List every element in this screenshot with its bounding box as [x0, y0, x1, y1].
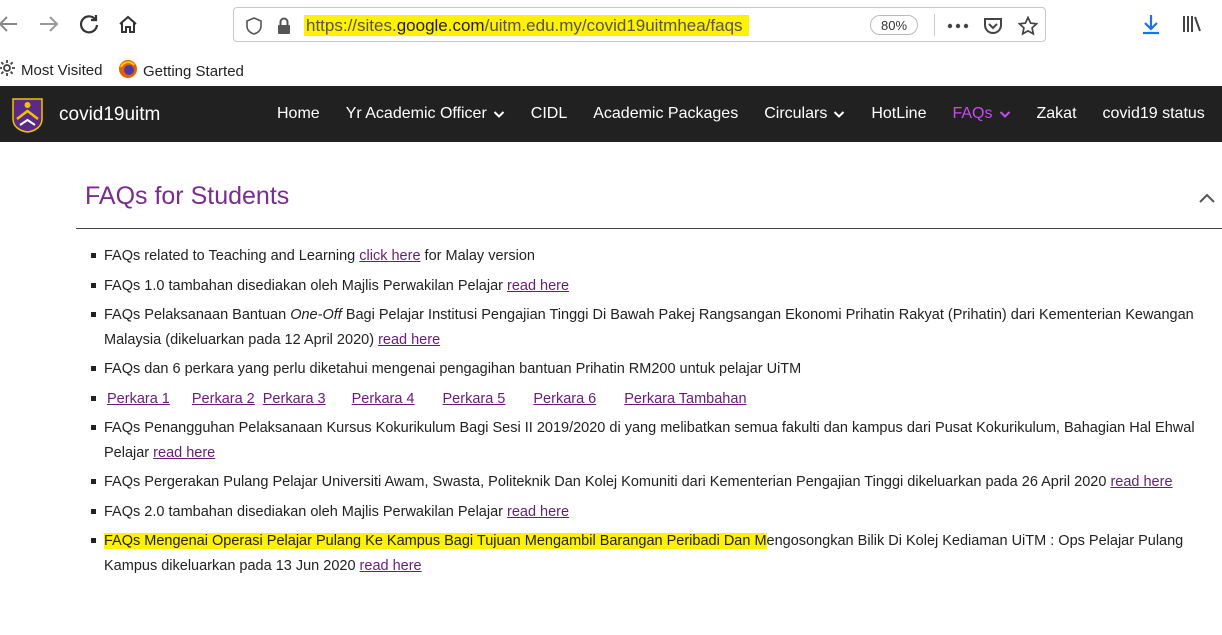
nav-circulars[interactable]: Circulars: [764, 105, 845, 123]
shield-icon[interactable]: [242, 14, 266, 38]
site-title[interactable]: covid19uitm: [59, 104, 160, 126]
faq-link[interactable]: read here: [507, 278, 569, 294]
url-prefix: https://sites.: [306, 16, 397, 35]
faq-text: FAQs Pelaksanaan Bantuan: [104, 307, 291, 323]
url-highlight: https://sites.google.com/uitm.edu.my/cov…: [304, 15, 749, 36]
list-item-perkara: Perkara 1 Perkara 2 Perkara 3 Perkara 4 Perk…: [90, 387, 1200, 412]
faq-text: FAQs related to Teaching and Learning: [104, 248, 360, 264]
nav-hotline[interactable]: HotLine: [871, 105, 926, 123]
url-domain: google.com: [396, 16, 485, 35]
zoom-level-badge[interactable]: 80%: [870, 15, 918, 35]
perkara-link[interactable]: Perkara 3: [263, 391, 326, 407]
forward-arrow-icon[interactable]: [35, 10, 63, 38]
bookmark-star-icon[interactable]: [1016, 14, 1040, 38]
nav-academic-packages[interactable]: Academic Packages: [593, 105, 738, 123]
gear-icon: [0, 59, 16, 81]
perkara-link[interactable]: Perkara Tambahan: [624, 391, 746, 407]
chevron-up-icon[interactable]: [1196, 188, 1218, 210]
faq-text: FAQs 1.0 tambahan disediakan oleh Majlis…: [104, 277, 507, 294]
uitm-logo-icon[interactable]: [11, 97, 44, 133]
faq-list: FAQs related to Teaching and Learning cl…: [90, 244, 1200, 583]
faq-text: FAQs dan 6 perkara yang perlu diketahui …: [104, 361, 802, 377]
site-header: covid19uitm Home Yr Academic Officer CID…: [0, 86, 1222, 142]
faq-text: for Malay version: [420, 248, 535, 264]
faq-text: FAQs Penangguhan Pelaksanaan Kursus Koku…: [104, 420, 1195, 461]
faq-text-highlighted: FAQs Mengenai Operasi Pelajar Pulang Ke …: [104, 533, 767, 549]
list-item: FAQs Penangguhan Pelaksanaan Kursus Koku…: [90, 416, 1200, 465]
list-item: FAQs Pelaksanaan Bantuan One-Off Bagi Pe…: [90, 303, 1200, 352]
chevron-down-icon: [493, 111, 504, 118]
nav-covid19-status[interactable]: covid19 status: [1103, 105, 1205, 123]
faq-text-italic: One-Off: [290, 307, 342, 323]
nav-label: Circulars: [764, 105, 828, 122]
perkara-link[interactable]: Perkara 5: [443, 391, 506, 407]
nav-label: HotLine: [871, 105, 927, 122]
lock-icon[interactable]: [272, 14, 296, 38]
site-nav: Home Yr Academic Officer CIDL Academic P…: [277, 86, 1222, 142]
url-text[interactable]: https://sites.google.com/uitm.edu.my/cov…: [304, 15, 749, 36]
faq-text: FAQs 2.0 tambahan disediakan oleh Majlis…: [104, 503, 507, 520]
nav-label: Home: [277, 105, 320, 122]
nav-faqs[interactable]: FAQs: [952, 105, 1010, 123]
bookmark-label: Getting Started: [143, 62, 244, 80]
url-path: /uitm.edu.my/covid19uitmhea/faqs: [484, 16, 743, 35]
download-icon[interactable]: [1137, 10, 1165, 38]
library-icon[interactable]: [1177, 10, 1205, 38]
perkara-link[interactable]: Perkara 2: [192, 391, 255, 407]
section-title: FAQs for Students: [85, 182, 290, 210]
bookmark-most-visited[interactable]: Most Visited: [0, 59, 102, 81]
bookmark-label: Most Visited: [21, 61, 103, 79]
nav-label: covid19 status: [1102, 105, 1205, 122]
list-item-highlighted: FAQs Mengenai Operasi Pelajar Pulang Ke …: [90, 529, 1200, 578]
nav-label: Academic Packages: [593, 105, 739, 122]
nav-label: FAQs: [952, 105, 993, 122]
nav-label: Yr Academic Officer: [345, 105, 487, 122]
chevron-down-icon: [999, 111, 1010, 118]
section-divider: [76, 228, 1222, 229]
back-arrow-icon[interactable]: [0, 10, 22, 38]
faq-link[interactable]: read here: [1110, 474, 1172, 490]
list-item: FAQs Pergerakan Pulang Pelajar Universit…: [90, 470, 1200, 495]
list-item: FAQs 1.0 tambahan disediakan oleh Majlis…: [90, 274, 1200, 299]
faq-text: FAQs Pergerakan Pulang Pelajar Universit…: [104, 474, 1111, 490]
nav-home[interactable]: Home: [277, 105, 320, 123]
reload-icon[interactable]: [75, 10, 103, 38]
list-item: FAQs 2.0 tambahan disediakan oleh Majlis…: [90, 500, 1200, 525]
faq-link[interactable]: read here: [153, 445, 215, 461]
divider: [934, 14, 935, 36]
nav-label: Zakat: [1036, 105, 1077, 122]
pocket-icon[interactable]: [981, 14, 1005, 38]
firefox-icon: [118, 59, 138, 83]
bookmark-getting-started[interactable]: Getting Started: [118, 59, 244, 83]
nav-label: CIDL: [530, 105, 568, 122]
faq-link[interactable]: read here: [507, 504, 569, 520]
perkara-link[interactable]: Perkara 4: [352, 391, 415, 407]
browser-toolbar: https://sites.google.com/uitm.edu.my/cov…: [0, 0, 1222, 52]
list-item: FAQs dan 6 perkara yang perlu diketahui …: [90, 357, 1200, 382]
perkara-link[interactable]: Perkara 6: [533, 391, 596, 407]
faq-link[interactable]: read here: [378, 332, 440, 348]
faq-link[interactable]: read here: [360, 558, 422, 574]
faq-link[interactable]: click here: [359, 248, 420, 264]
chevron-down-icon: [834, 111, 845, 118]
more-actions-icon[interactable]: [946, 14, 970, 38]
bookmarks-toolbar: Most Visited Getting Started: [0, 56, 1222, 82]
nav-cidl[interactable]: CIDL: [531, 105, 567, 123]
address-bar[interactable]: https://sites.google.com/uitm.edu.my/cov…: [233, 7, 1046, 42]
nav-zakat[interactable]: Zakat: [1037, 105, 1077, 123]
list-item: FAQs related to Teaching and Learning cl…: [90, 244, 1200, 269]
perkara-link[interactable]: Perkara 1: [107, 391, 170, 407]
home-icon[interactable]: [114, 10, 142, 38]
nav-yr-academic-officer[interactable]: Yr Academic Officer: [346, 105, 505, 123]
